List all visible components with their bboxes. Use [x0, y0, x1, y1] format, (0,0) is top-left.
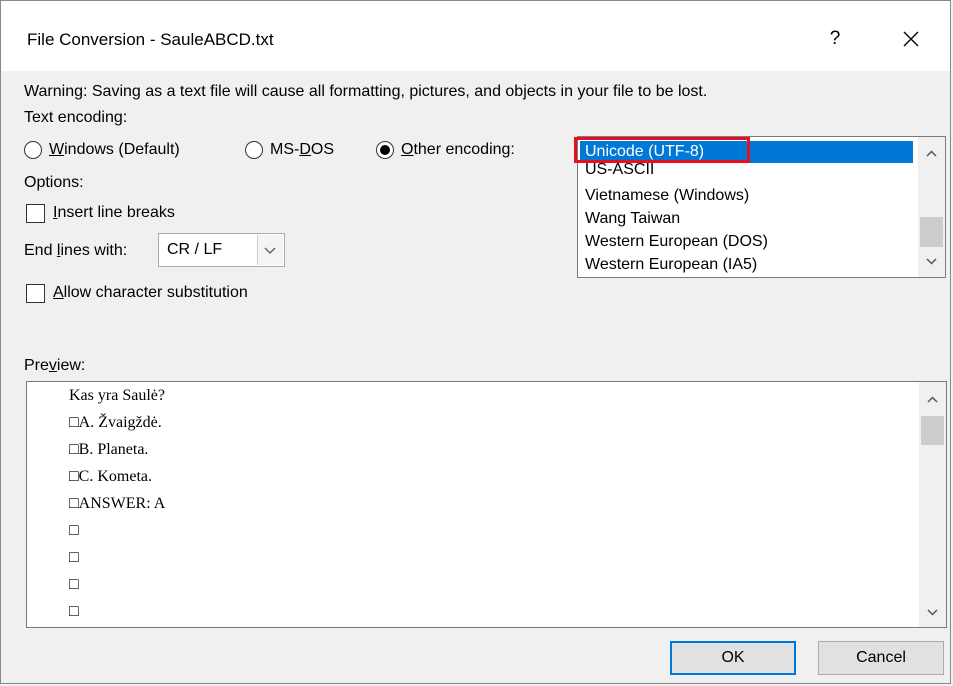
radio-label-accesskey: W: [49, 141, 65, 158]
end-lines-value: CR / LF: [167, 241, 223, 258]
scroll-up-button[interactable]: [918, 141, 945, 165]
radio-windows-indicator: [24, 141, 42, 159]
chevron-down-icon: [926, 258, 937, 265]
checkbox-box: [26, 283, 45, 303]
end-lines-dropdown-button[interactable]: [257, 235, 283, 265]
chevron-down-icon: [927, 609, 938, 616]
preview-label-pre: Pre: [24, 357, 49, 374]
preview-line: □C. Kometa.: [69, 468, 152, 485]
close-button[interactable]: [897, 25, 925, 53]
preview-line: □: [69, 522, 79, 539]
radio-label-post: indows (Default): [64, 141, 180, 158]
encoding-listbox[interactable]: Unicode (UTF-8) US-ASCII Vietnamese (Win…: [577, 136, 946, 278]
preview-line: □A. Žvaigždė.: [69, 414, 162, 431]
chevron-down-icon: [264, 247, 276, 255]
radio-label-accesskey: O: [401, 141, 414, 158]
scroll-thumb[interactable]: [920, 217, 943, 247]
scroll-up-button[interactable]: [919, 387, 946, 411]
cancel-button[interactable]: Cancel: [818, 641, 944, 675]
preview-label-accesskey: v: [48, 357, 57, 374]
radio-windows-default[interactable]: Windows (Default): [24, 138, 180, 162]
encoding-list-item[interactable]: Wang Taiwan: [585, 210, 680, 228]
radio-msdos-indicator: [245, 141, 263, 159]
radio-label-accesskey: D: [299, 141, 311, 158]
help-button[interactable]: ?: [823, 25, 847, 53]
preview-line: Kas yra Saulė?: [69, 387, 165, 404]
scroll-down-button[interactable]: [919, 600, 946, 624]
preview-line: □B. Planeta.: [69, 441, 149, 458]
close-icon: [903, 31, 919, 47]
preview-pane[interactable]: Kas yra Saulė? □A. Žvaigždė. □B. Planeta…: [26, 381, 947, 628]
encoding-list-item-selected[interactable]: Unicode (UTF-8): [580, 141, 913, 163]
ok-button[interactable]: OK: [670, 641, 796, 675]
preview-line: □: [69, 576, 79, 593]
end-lines-label: End lines with:: [24, 242, 127, 260]
encoding-list-item[interactable]: US-ASCII: [585, 163, 654, 176]
end-lines-label-post: ines with:: [60, 242, 128, 259]
allow-substitution-checkbox[interactable]: Allow character substitution: [26, 281, 248, 305]
insert-line-breaks-checkbox[interactable]: Insert line breaks: [26, 201, 175, 225]
encoding-list-item[interactable]: Western European (IA5): [585, 256, 757, 274]
scroll-thumb[interactable]: [921, 416, 944, 445]
scroll-down-button[interactable]: [918, 249, 945, 273]
end-lines-select[interactable]: CR / LF: [158, 233, 285, 267]
checkbox-label-post: nsert line breaks: [57, 204, 175, 221]
encoding-list-item[interactable]: Western European (DOS): [585, 233, 768, 251]
preview-label: Preview:: [24, 357, 85, 375]
title-bar: File Conversion - SauleABCD.txt ?: [1, 1, 950, 71]
dialog-title: File Conversion - SauleABCD.txt: [27, 30, 274, 49]
checkbox-label-accesskey: A: [53, 284, 64, 301]
radio-label-pre: MS-: [270, 141, 300, 158]
file-conversion-dialog: File Conversion - SauleABCD.txt ? Warnin…: [0, 0, 951, 684]
preview-line: □: [69, 549, 79, 566]
warning-text: Warning: Saving as a text file will caus…: [24, 83, 708, 100]
preview-label-post: iew:: [56, 357, 86, 374]
end-lines-label-pre: End: [24, 242, 57, 259]
preview-line: □ANSWER: A: [69, 495, 166, 512]
chevron-up-icon: [926, 150, 937, 157]
encoding-item-label: Unicode (UTF-8): [585, 143, 705, 160]
preview-scrollbar[interactable]: [919, 382, 946, 627]
preview-line: □: [69, 603, 79, 620]
radio-other-indicator: [376, 141, 394, 159]
options-label: Options:: [24, 174, 84, 191]
chevron-up-icon: [927, 396, 938, 403]
encoding-list-scrollbar[interactable]: [918, 137, 945, 277]
checkbox-label-post: llow character substitution: [63, 284, 248, 301]
radio-ms-dos[interactable]: MS- D OS: [245, 138, 334, 162]
radio-label-post: OS: [310, 141, 335, 158]
radio-other-encoding[interactable]: Other encoding:: [376, 138, 515, 162]
radio-label-post: ther encoding:: [413, 141, 515, 158]
checkbox-box: [26, 203, 45, 223]
text-encoding-label: Text encoding:: [24, 109, 128, 126]
encoding-list-item[interactable]: Vietnamese (Windows): [585, 187, 749, 205]
